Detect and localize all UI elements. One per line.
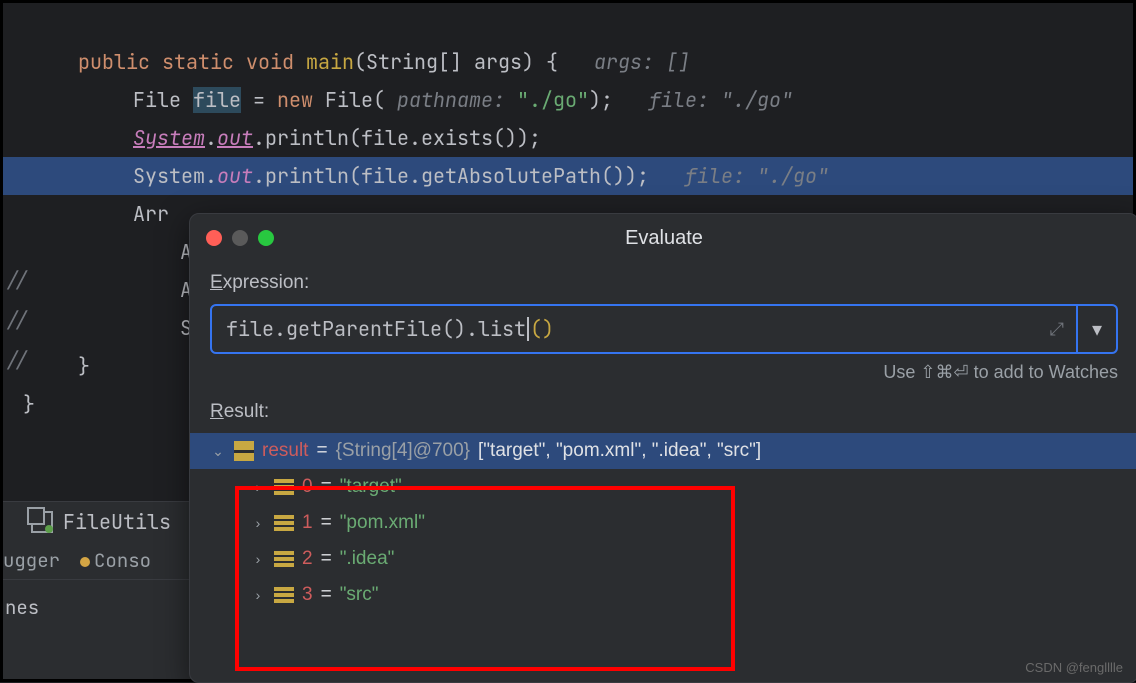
dot: . — [205, 125, 217, 151]
field-ref: out — [217, 163, 253, 189]
chevron-right-icon[interactable]: › — [250, 551, 266, 567]
console-indicator-icon — [80, 557, 90, 567]
result-value: "src" — [340, 584, 379, 606]
variable: file — [193, 87, 241, 113]
result-value: ["target", "pom.xml", ".idea", "src"] — [478, 440, 761, 462]
keyword: public — [78, 49, 150, 75]
history-dropdown-button[interactable]: ▾ — [1078, 304, 1118, 354]
inline-hint: args: [] — [594, 49, 690, 75]
class-ref: System. — [133, 163, 217, 189]
gutter-comment: // — [5, 341, 29, 379]
result-index: 3 — [302, 584, 313, 606]
tab-label: Conso — [94, 548, 151, 573]
string-literal: "./go" — [517, 87, 589, 113]
chevron-down-icon[interactable]: ⌄ — [210, 443, 226, 460]
dialog-title: Evaluate — [625, 227, 703, 250]
result-item-row[interactable]: › 1 = "pom.xml" — [250, 505, 1118, 541]
result-index: 1 — [302, 512, 313, 534]
code-text: .println(file.exists()); — [253, 125, 541, 151]
brace: } — [23, 391, 35, 417]
array-icon — [274, 587, 294, 603]
code-text: (String[] args) { — [354, 49, 558, 75]
code-text: File( — [313, 87, 385, 113]
tab-debugger[interactable]: ugger — [3, 540, 60, 581]
result-eq: = — [316, 440, 327, 462]
type: File — [133, 87, 181, 113]
expand-icon[interactable]: ⤢ — [1050, 318, 1064, 341]
gutter-comment: // — [5, 301, 29, 339]
object-icon — [234, 441, 254, 461]
result-value: ".idea" — [340, 548, 395, 570]
result-type: {String[4]@700} — [336, 440, 470, 462]
frames-icon — [31, 511, 53, 533]
code-text: .println(file.getAbsolutePath()); — [253, 163, 649, 189]
close-icon[interactable] — [206, 230, 222, 246]
expression-row: file.getParentFile().list() ⤢ ▾ — [210, 304, 1118, 354]
keyword: static — [162, 49, 234, 75]
code-text: Arr — [133, 201, 169, 227]
file-tab[interactable]: FileUtils — [63, 509, 171, 535]
array-icon — [274, 551, 294, 567]
result-tree[interactable]: ⌄ result = {String[4]@700} ["target", "p… — [210, 433, 1118, 613]
field-ref: out — [217, 125, 253, 151]
expression-label: Expression: — [210, 272, 1118, 294]
code-text: ); — [589, 87, 613, 113]
text-cursor — [527, 317, 529, 341]
dialog-header[interactable]: Evaluate — [190, 214, 1136, 262]
result-name: result — [262, 440, 308, 462]
result-root-row[interactable]: ⌄ result = {String[4]@700} ["target", "p… — [190, 433, 1136, 469]
class-ref: System — [133, 125, 205, 151]
operator: = — [241, 87, 277, 113]
result-item-row[interactable]: › 2 = ".idea" — [250, 541, 1118, 577]
gutter-comment: // — [5, 261, 29, 299]
maximize-icon[interactable] — [258, 230, 274, 246]
array-icon — [274, 479, 294, 495]
method-name: main — [306, 49, 354, 75]
minimize-icon[interactable] — [232, 230, 248, 246]
code-line-current[interactable]: System.out.println(file.getAbsolutePath(… — [3, 157, 1133, 195]
code-text: A — [145, 239, 192, 265]
inline-hint: file: "./go" — [685, 163, 829, 189]
result-value: "pom.xml" — [340, 512, 425, 534]
result-value: "target" — [340, 476, 402, 498]
result-eq: = — [321, 476, 332, 498]
tab-console[interactable]: Conso — [80, 540, 151, 581]
code-line[interactable]: File file = new File( pathname: "./go");… — [3, 81, 1133, 119]
keyword: new — [277, 87, 313, 113]
result-eq: = — [321, 584, 332, 606]
chevron-right-icon[interactable]: › — [250, 587, 266, 603]
result-item-row[interactable]: › 3 = "src" — [250, 577, 1118, 613]
code-line[interactable]: System.out.println(file.exists()); — [3, 119, 1133, 157]
result-item-row[interactable]: › 0 = "target" — [250, 469, 1118, 505]
dialog-body: Expression: file.getParentFile().list() … — [190, 262, 1136, 623]
brace: } — [78, 353, 90, 379]
result-items: › 0 = "target" › 1 = "pom.xml" › 2 = ".i… — [210, 469, 1118, 613]
expression-paren: () — [530, 316, 554, 342]
result-eq: = — [321, 512, 332, 534]
chevron-down-icon: ▾ — [1092, 317, 1102, 342]
traffic-lights — [206, 230, 274, 246]
inline-hint: file: "./go" — [649, 87, 793, 113]
chevron-right-icon[interactable]: › — [250, 515, 266, 531]
result-eq: = — [321, 548, 332, 570]
evaluate-dialog: Evaluate Expression: file.getParentFile(… — [189, 213, 1136, 683]
param-hint: pathname: — [385, 87, 517, 113]
watermark: CSDN @fenglllle — [1025, 660, 1123, 675]
chevron-right-icon[interactable]: › — [250, 479, 266, 495]
code-text: A — [145, 277, 192, 303]
expression-text: file.getParentFile().list — [226, 316, 526, 342]
code-line[interactable]: public static void main(String[] args) {… — [3, 43, 1133, 81]
expression-input[interactable]: file.getParentFile().list() ⤢ — [210, 304, 1078, 354]
hint-text: Use ⇧⌘⏎ to add to Watches — [210, 362, 1118, 383]
code-text: S — [145, 315, 192, 341]
result-index: 2 — [302, 548, 313, 570]
array-icon — [274, 515, 294, 531]
result-label: Result: — [210, 401, 1118, 423]
result-index: 0 — [302, 476, 313, 498]
keyword: void — [246, 49, 294, 75]
